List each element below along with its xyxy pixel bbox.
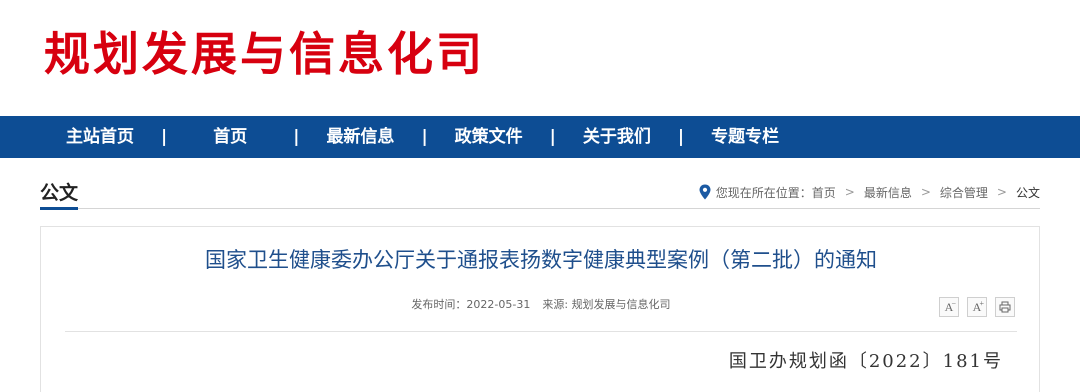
article-meta: 发布时间：2022-05-31 来源: 规划发展与信息化司 bbox=[41, 297, 1041, 313]
site-header: 规划发展与信息化司 bbox=[0, 0, 1080, 116]
nav-item-special-topics[interactable]: 专题专栏 bbox=[711, 116, 779, 158]
nav-list: 主站首页 | 首页 | 最新信息 | 政策文件 | 关于我们 | 专题专栏 bbox=[66, 116, 779, 158]
source-label: 来源: bbox=[542, 298, 572, 311]
breadcrumb-separator: > bbox=[920, 185, 931, 199]
nav-item-latest-info[interactable]: 最新信息 bbox=[326, 116, 394, 158]
nav-item-about-us[interactable]: 关于我们 bbox=[583, 116, 651, 158]
nav-separator: | bbox=[161, 127, 168, 147]
publish-date-label: 发布时间： bbox=[411, 298, 467, 311]
increase-font-button[interactable]: A + bbox=[967, 297, 987, 317]
section-divider bbox=[40, 208, 1040, 209]
nav-separator: | bbox=[677, 127, 685, 147]
nav-item-home[interactable]: 首页 bbox=[213, 116, 247, 158]
main-nav: 主站首页 | 首页 | 最新信息 | 政策文件 | 关于我们 | 专题专栏 bbox=[0, 116, 1080, 158]
nav-item-main-home[interactable]: 主站首页 bbox=[66, 116, 134, 158]
nav-separator: | bbox=[549, 127, 556, 147]
minus-icon: − bbox=[951, 299, 956, 308]
nav-item-policy-docs[interactable]: 政策文件 bbox=[455, 116, 523, 158]
location-pin-icon bbox=[699, 184, 711, 200]
publish-date: 2022-05-31 bbox=[466, 298, 531, 311]
breadcrumb-home[interactable]: 首页 bbox=[812, 184, 836, 201]
breadcrumb: 您现在所在位置： 首页 > 最新信息 > 综合管理 > 公文 bbox=[698, 182, 1040, 202]
breadcrumb-current: 公文 bbox=[1015, 185, 1040, 200]
section-title: 公文 bbox=[40, 182, 79, 204]
breadcrumb-latest-info[interactable]: 最新信息 bbox=[864, 184, 912, 201]
print-button[interactable] bbox=[995, 297, 1015, 317]
breadcrumb-separator: > bbox=[996, 185, 1007, 199]
decrease-font-button[interactable]: A − bbox=[939, 297, 959, 317]
article-tools: A − A + bbox=[939, 297, 1015, 317]
nav-separator: | bbox=[293, 127, 300, 147]
plus-icon: + bbox=[979, 299, 984, 308]
section-title-underline bbox=[40, 207, 78, 210]
breadcrumb-separator: > bbox=[844, 185, 855, 199]
section-header: 公文 您现在所在位置： 首页 > 最新信息 > 综合管理 > 公文 bbox=[40, 176, 1040, 210]
site-title[interactable]: 规划发展与信息化司 bbox=[44, 24, 485, 84]
document-number: 国卫办规划函〔2022〕181号 bbox=[728, 351, 1003, 372]
source-name: 规划发展与信息化司 bbox=[571, 298, 671, 311]
nav-separator: | bbox=[421, 127, 428, 147]
article-divider bbox=[65, 331, 1017, 332]
article-container: 国家卫生健康委办公厅关于通报表扬数字健康典型案例（第二批）的通知 发布时间：20… bbox=[40, 226, 1040, 392]
print-icon bbox=[999, 301, 1011, 313]
breadcrumb-general-management[interactable]: 综合管理 bbox=[940, 184, 988, 201]
breadcrumb-prefix: 您现在所在位置： bbox=[715, 185, 812, 200]
article-title: 国家卫生健康委办公厅关于通报表扬数字健康典型案例（第二批）的通知 bbox=[205, 248, 877, 272]
